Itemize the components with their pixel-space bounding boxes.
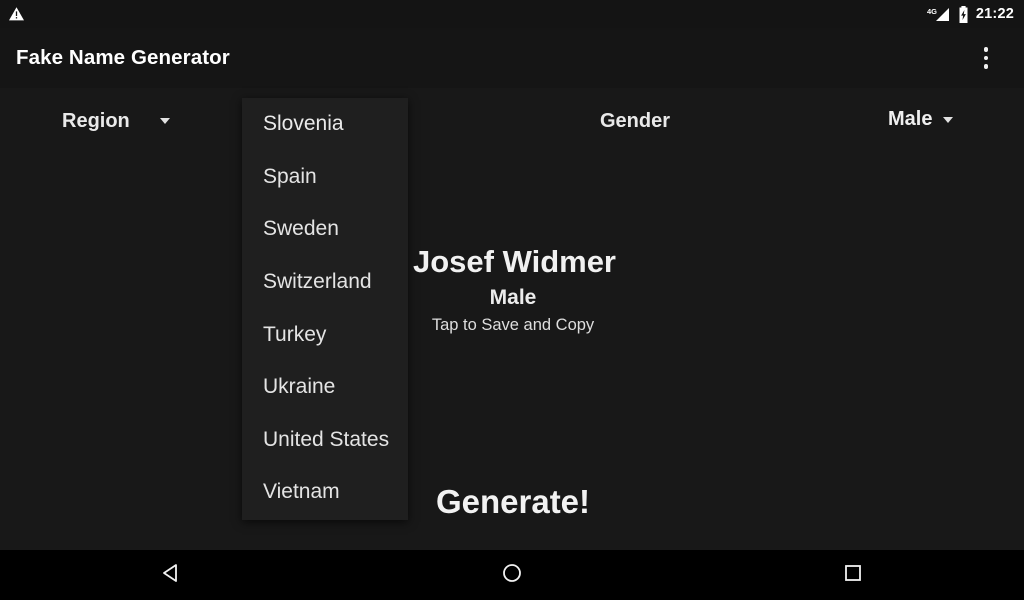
gender-label: Gender — [600, 110, 671, 132]
nav-recents-button[interactable] — [808, 550, 898, 600]
warning-triangle-icon — [8, 6, 25, 22]
region-option-ukraine[interactable]: Ukraine — [242, 361, 408, 414]
region-option-slovenia[interactable]: Slovenia — [242, 98, 408, 151]
mobile-signal-4g-icon: 4G — [927, 6, 951, 23]
region-option-switzerland[interactable]: Switzerland — [242, 256, 408, 309]
app-bar: Fake Name Generator — [0, 28, 1024, 88]
back-triangle-icon — [159, 561, 183, 590]
chevron-down-icon[interactable] — [160, 118, 170, 124]
chevron-down-icon — [943, 116, 954, 123]
tap-to-save-hint: Tap to Save and Copy — [431, 315, 595, 334]
generated-name-text: Josef Widmer — [413, 244, 616, 279]
overflow-dot — [983, 55, 989, 61]
android-screen: 4G 21:22 Fake Name Generator Region Gend… — [0, 0, 1024, 600]
region-option-sweden[interactable]: Sweden — [242, 203, 408, 256]
nav-home-button[interactable] — [467, 550, 557, 600]
status-bar-clock: 21:22 — [975, 5, 1014, 22]
region-dropdown-list[interactable]: Slovenia Spain Sweden Switzerland Turkey… — [242, 98, 408, 520]
app-title: Fake Name Generator — [16, 46, 230, 69]
battery-charging-icon — [958, 5, 969, 23]
region-option-turkey[interactable]: Turkey — [242, 308, 408, 361]
generated-gender-text: Male — [489, 285, 537, 309]
region-option-vietnam[interactable]: Vietnam — [242, 466, 408, 519]
svg-text:4G: 4G — [927, 7, 937, 16]
generate-button[interactable]: Generate! — [413, 483, 613, 521]
gender-spinner-value: Male — [888, 108, 933, 130]
generated-name-card[interactable]: Josef Widmer Male Tap to Save and Copy — [413, 244, 616, 335]
region-option-spain[interactable]: Spain — [242, 151, 408, 204]
status-bar: 4G 21:22 — [0, 0, 1024, 28]
status-bar-right: 4G 21:22 — [927, 5, 1014, 23]
overflow-menu-icon[interactable] — [966, 38, 1006, 78]
region-label: Region — [62, 110, 130, 132]
overflow-dot — [983, 47, 989, 52]
overflow-dot — [983, 64, 989, 69]
home-circle-icon — [500, 561, 524, 590]
recents-square-icon — [841, 561, 865, 590]
region-option-united-states[interactable]: United States — [242, 414, 408, 467]
status-bar-left — [8, 6, 25, 22]
android-navigation-bar — [0, 550, 1024, 600]
nav-back-button[interactable] — [126, 550, 216, 600]
gender-spinner[interactable]: Male — [888, 108, 954, 131]
